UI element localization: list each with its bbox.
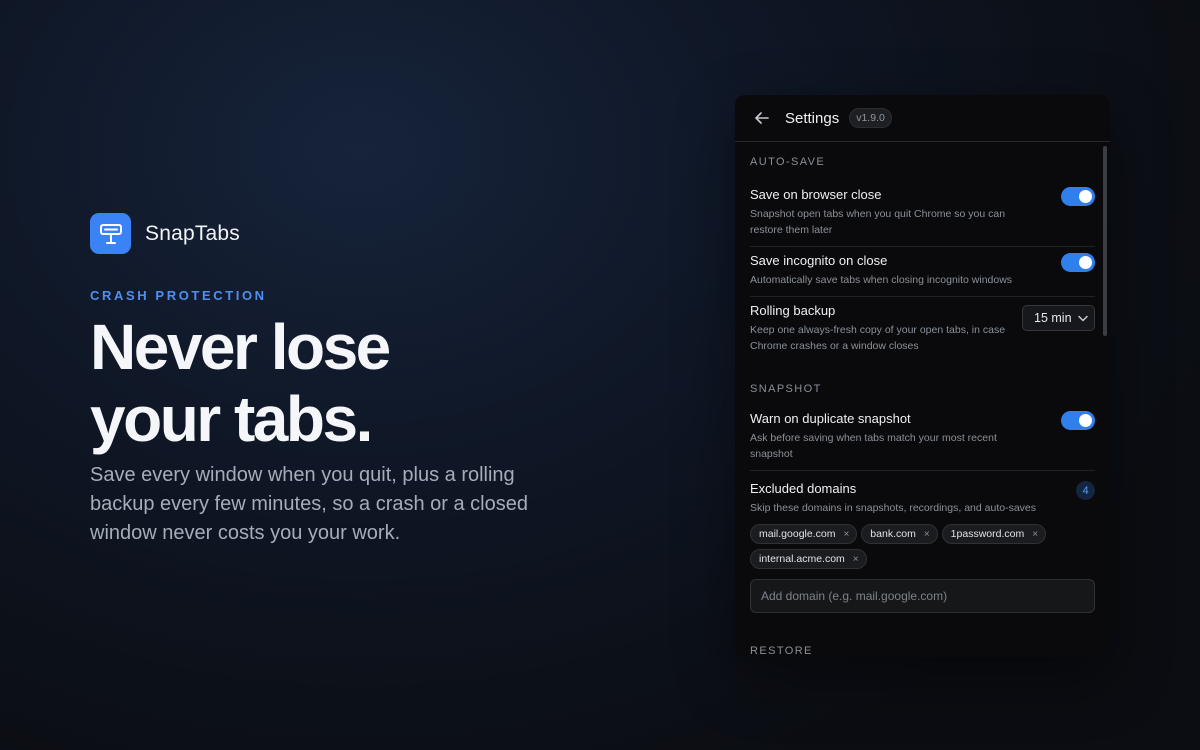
setting-title: Save on browser close — [750, 187, 882, 202]
remove-chip-icon[interactable]: × — [853, 554, 859, 565]
headline-line-2: your tabs. — [90, 383, 373, 455]
section-label-auto-save: AUTO-SAVE — [750, 156, 826, 168]
brand-name: SnapTabs — [145, 221, 241, 245]
warn-duplicate-toggle[interactable] — [1061, 411, 1095, 430]
scrollbar[interactable] — [1103, 146, 1107, 336]
setting-warn-duplicate: Warn on duplicate snapshot Ask before sa… — [750, 411, 1095, 471]
setting-desc: Automatically save tabs when closing inc… — [750, 274, 1013, 286]
setting-title: Excluded domains — [750, 481, 857, 496]
panel-header: Settings v1.9.0 — [735, 95, 1110, 142]
headline: Never lose your tabs. — [90, 311, 610, 455]
domain-chip: bank.com × — [861, 524, 938, 544]
setting-desc: Ask before saving when tabs match your m… — [750, 432, 997, 460]
domain-chips: mail.google.com × bank.com × 1password.c… — [750, 524, 1090, 569]
section-label-restore: RESTORE — [750, 645, 813, 657]
rolling-backup-value: 15 min — [1034, 311, 1072, 325]
setting-title: Rolling backup — [750, 303, 836, 318]
sign-icon — [90, 213, 131, 254]
brand: SnapTabs — [90, 213, 610, 254]
excluded-count-badge: 4 — [1076, 481, 1095, 500]
panel-title: Settings — [785, 109, 840, 127]
hero: SnapTabs CRASH PROTECTION Never lose you… — [90, 213, 610, 548]
chevron-down-icon — [1078, 311, 1088, 325]
eyebrow: CRASH PROTECTION — [90, 288, 267, 303]
setting-title: Warn on duplicate snapshot — [750, 411, 911, 426]
setting-save-on-close: Save on browser close Snapshot open tabs… — [750, 181, 1095, 247]
settings-scroll-area[interactable]: AUTO-SAVE Save on browser close Snapshot… — [735, 143, 1110, 657]
save-on-close-toggle[interactable] — [1061, 187, 1095, 206]
remove-chip-icon[interactable]: × — [924, 529, 930, 540]
remove-chip-icon[interactable]: × — [1032, 529, 1038, 540]
setting-title: Save incognito on close — [750, 253, 888, 268]
remove-chip-icon[interactable]: × — [843, 529, 849, 540]
setting-desc: Snapshot open tabs when you quit Chrome … — [750, 208, 1006, 236]
domain-chip-label: 1password.com — [950, 528, 1025, 540]
setting-desc: Skip these domains in snapshots, recordi… — [750, 502, 1036, 514]
version-badge: v1.9.0 — [849, 108, 892, 128]
subtext: Save every window when you quit, plus a … — [90, 464, 528, 544]
rolling-backup-select[interactable]: 15 min — [1022, 305, 1095, 331]
section-label-snapshot: SNAPSHOT — [750, 383, 822, 395]
domain-chip-label: bank.com — [870, 528, 916, 540]
domain-chip: internal.acme.com × — [750, 549, 867, 569]
save-incognito-toggle[interactable] — [1061, 253, 1095, 272]
settings-panel: Settings v1.9.0 AUTO-SAVE Save on browse… — [735, 95, 1110, 657]
domain-chip-label: mail.google.com — [759, 528, 836, 540]
domain-chip: 1password.com × — [941, 524, 1047, 544]
setting-excluded-domains: Excluded domains Skip these domains in s… — [750, 471, 1095, 621]
back-arrow-icon[interactable] — [755, 110, 771, 126]
domain-chip: mail.google.com × — [750, 524, 858, 544]
headline-line-1: Never lose — [90, 311, 391, 383]
setting-rolling-backup: Rolling backup Keep one always-fresh cop… — [750, 297, 1095, 362]
add-domain-input[interactable] — [750, 579, 1095, 613]
setting-save-incognito: Save incognito on close Automatically sa… — [750, 247, 1095, 297]
setting-desc: Keep one always-fresh copy of your open … — [750, 324, 1006, 352]
domain-chip-label: internal.acme.com — [759, 553, 845, 565]
